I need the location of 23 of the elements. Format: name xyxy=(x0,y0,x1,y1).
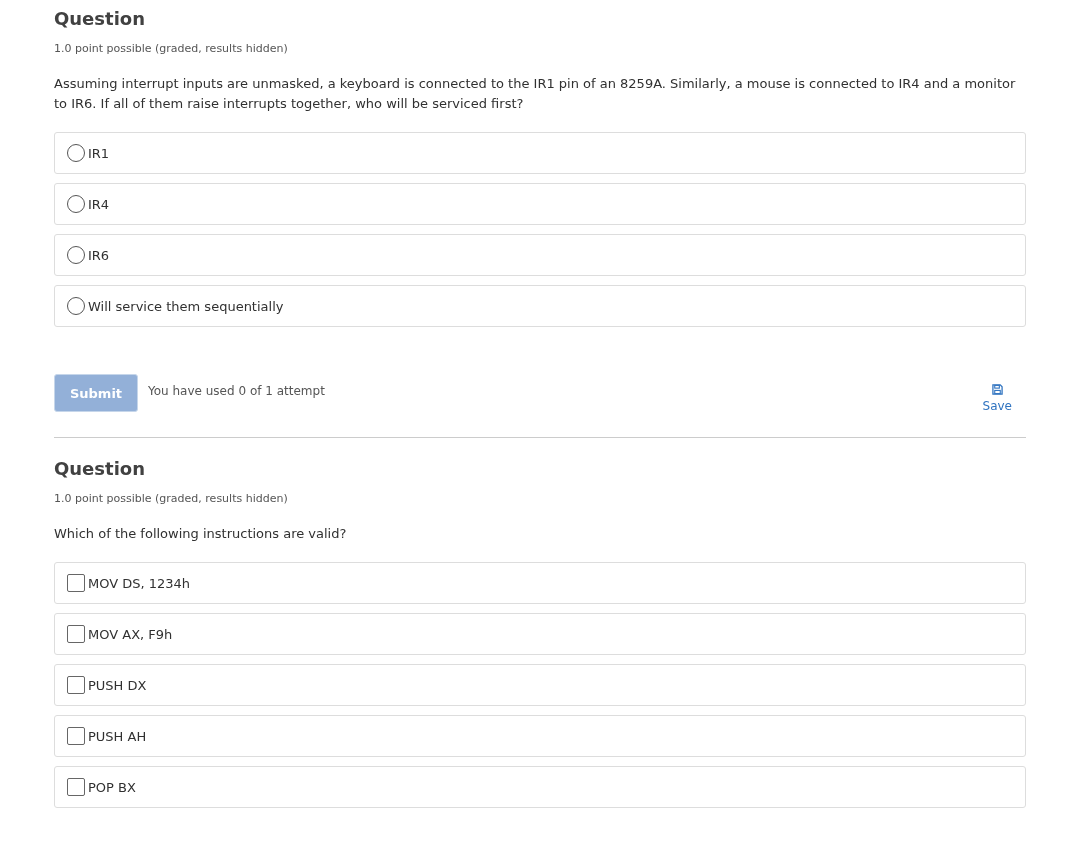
answer-option[interactable]: IR4 xyxy=(54,183,1026,225)
points-text: 1.0 point possible (graded, results hidden) xyxy=(54,42,289,55)
question-prompt: Assuming interrupt inputs are unmasked, a keyboard is connected to the IR1 pin of an 8259A. Similarly, a mouse is connected to IR4 and a monitor to IR6. If all of them raise interrupts together, who will be serviced first? xyxy=(54,75,1017,113)
checkbox[interactable] xyxy=(67,778,85,796)
answer-option[interactable]: PUSH DX xyxy=(54,664,1026,706)
points-text: 1.0 point possible (graded, results hidden) xyxy=(54,492,289,505)
question-prompt: Which of the following instructions are valid? xyxy=(54,525,348,543)
save-icon xyxy=(991,384,1003,395)
answer-option[interactable]: MOV DS, 1234h xyxy=(54,562,1026,604)
answer-option[interactable]: MOV AX, F9h xyxy=(54,613,1026,655)
checkbox[interactable] xyxy=(67,727,85,745)
question-title: Question xyxy=(54,458,146,479)
answer-option[interactable]: Will service them sequentially xyxy=(54,285,1026,327)
checkbox[interactable] xyxy=(67,574,85,592)
attempts-text: You have used 0 of 1 attempt xyxy=(148,384,325,398)
question-title: Question xyxy=(54,8,146,29)
answer-option[interactable]: POP BX xyxy=(54,766,1026,808)
checkbox[interactable] xyxy=(67,676,85,694)
answer-option[interactable]: PUSH AH xyxy=(54,715,1026,757)
save-button[interactable]: Save xyxy=(982,384,1012,413)
answer-option[interactable]: IR6 xyxy=(54,234,1026,276)
answer-option[interactable]: IR1 xyxy=(54,132,1026,174)
checkbox[interactable] xyxy=(67,625,85,643)
